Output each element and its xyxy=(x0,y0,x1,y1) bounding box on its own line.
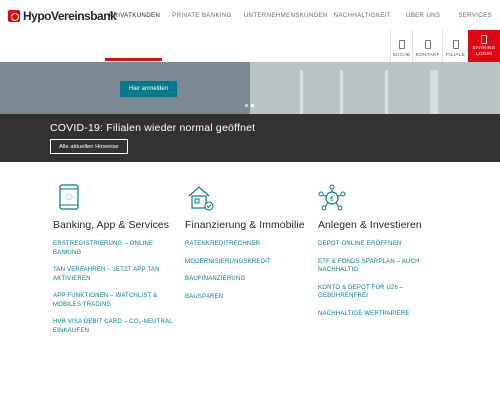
nav-item-nachhaltigkeit[interactable]: NACHHALTIGKEIT xyxy=(334,0,397,30)
link-baufinanzierung[interactable]: BAUFINANZIERUNG xyxy=(185,275,311,284)
link-bausparen[interactable]: BAUSPAREN xyxy=(185,293,311,302)
hero-image-detail xyxy=(385,70,388,114)
column-title: Banking, App & Services xyxy=(53,220,170,231)
hero-image-detail xyxy=(430,70,438,114)
link-depot-eroeffnen[interactable]: DEPOT ONLINE ERÖFFNEN xyxy=(318,240,444,249)
logo-mark-icon xyxy=(8,10,20,22)
search-label: SUCHE xyxy=(392,53,411,58)
main-navigation: PRIVATKUNDEN PRIVATE BANKING UNTERNEHMEN… xyxy=(103,0,498,30)
carousel-dots xyxy=(245,104,254,107)
investment-network-icon: € xyxy=(318,184,346,211)
hero-image-detail xyxy=(340,70,343,114)
site-header: HypoVereinsbank PRIVATKUNDEN PRIVATE BAN… xyxy=(0,0,500,62)
column-title: Finanzierung & Immobilie xyxy=(185,220,305,231)
nav-item-unternehmenskunden[interactable]: UNTERNEHMENSKUNDEN xyxy=(238,0,334,30)
nav-item-services[interactable]: SERVICES xyxy=(446,0,498,30)
contact-button[interactable]: KONTAKT xyxy=(412,30,442,62)
hero-banner: Hier anmelden xyxy=(0,62,500,114)
covid-hints-button[interactable]: Alle aktuellen Hinweise xyxy=(50,139,128,154)
nav-item-private-banking[interactable]: PRIVATE BANKING xyxy=(166,0,238,30)
carousel-dot[interactable] xyxy=(245,104,248,107)
link-ratenkreditrechner[interactable]: RATENKREDITRECHNER xyxy=(185,240,311,249)
contact-icon xyxy=(424,40,431,49)
column-title: Anlegen & Investieren xyxy=(318,220,422,231)
contact-label: KONTAKT xyxy=(415,53,440,58)
search-button[interactable]: SUCHE xyxy=(390,30,412,62)
house-finance-icon xyxy=(188,186,214,211)
smartphone-icon xyxy=(59,184,79,210)
brand-logo[interactable]: HypoVereinsbank xyxy=(8,9,117,23)
column-links: ERSTREGISTRIERUNG – ONLINE BANKING TAN V… xyxy=(53,240,179,344)
search-icon xyxy=(398,40,405,49)
nav-active-indicator xyxy=(105,58,162,61)
nav-item-privatkunden[interactable]: PRIVATKUNDEN xyxy=(103,0,166,30)
branch-button[interactable]: FILIALE xyxy=(442,30,468,62)
nav-item-ueber-uns[interactable]: ÜBER UNS xyxy=(397,0,446,30)
column-links: DEPOT ONLINE ERÖFFNEN ETF & FONDS SPARPL… xyxy=(318,240,444,327)
carousel-dot-active[interactable] xyxy=(251,104,254,107)
covid-notice: COVID-19: Filialen wieder normal geöffne… xyxy=(0,114,500,162)
branch-label: FILIALE xyxy=(446,53,465,58)
branch-icon xyxy=(452,40,459,49)
banking-login-button[interactable]: BANKING LOGIN xyxy=(468,30,500,62)
lock-icon xyxy=(481,35,487,44)
link-app-funktionen[interactable]: APP FUNKTIONEN – WATCHLIST & MOBILES TRA… xyxy=(53,292,179,309)
link-visa-debit[interactable]: HVB VISA DEBIT CARD – CO₂-NEUTRAL EINKAU… xyxy=(53,318,179,335)
link-etf-sparplan[interactable]: ETF & FONDS SPARPLAN – AUCH NACHHALTIG xyxy=(318,258,444,275)
svg-text:€: € xyxy=(330,196,334,203)
covid-title: COVID-19: Filialen wieder normal geöffne… xyxy=(50,122,256,134)
link-modernisierungskredit[interactable]: MODERNISIERUNGSKREDIT xyxy=(185,258,311,267)
hero-image-detail xyxy=(300,70,303,114)
column-links: RATENKREDITRECHNER MODERNISIERUNGSKREDIT… xyxy=(185,240,311,310)
banking-login-label-2: LOGIN xyxy=(476,52,492,57)
service-columns: Banking, App & Services ERSTREGISTRIERUN… xyxy=(0,162,500,400)
header-tools: SUCHE KONTAKT FILIALE BANKING LOGIN xyxy=(390,30,500,62)
hero-image-right xyxy=(250,62,500,114)
link-konto-u26[interactable]: KONTO & DEPOT FÜR U26 – GEBÜHRENFREI xyxy=(318,284,444,301)
hero-login-button[interactable]: Hier anmelden xyxy=(120,81,177,97)
link-tan-verfahren[interactable]: TAN VERFAHREN – JETZT APP TAN AKTIVIEREN xyxy=(53,266,179,283)
link-nachhaltige-wertpapiere[interactable]: NACHHALTIGE WERTPAPIERE xyxy=(318,310,444,319)
link-erstregistrierung[interactable]: ERSTREGISTRIERUNG – ONLINE BANKING xyxy=(53,240,179,257)
